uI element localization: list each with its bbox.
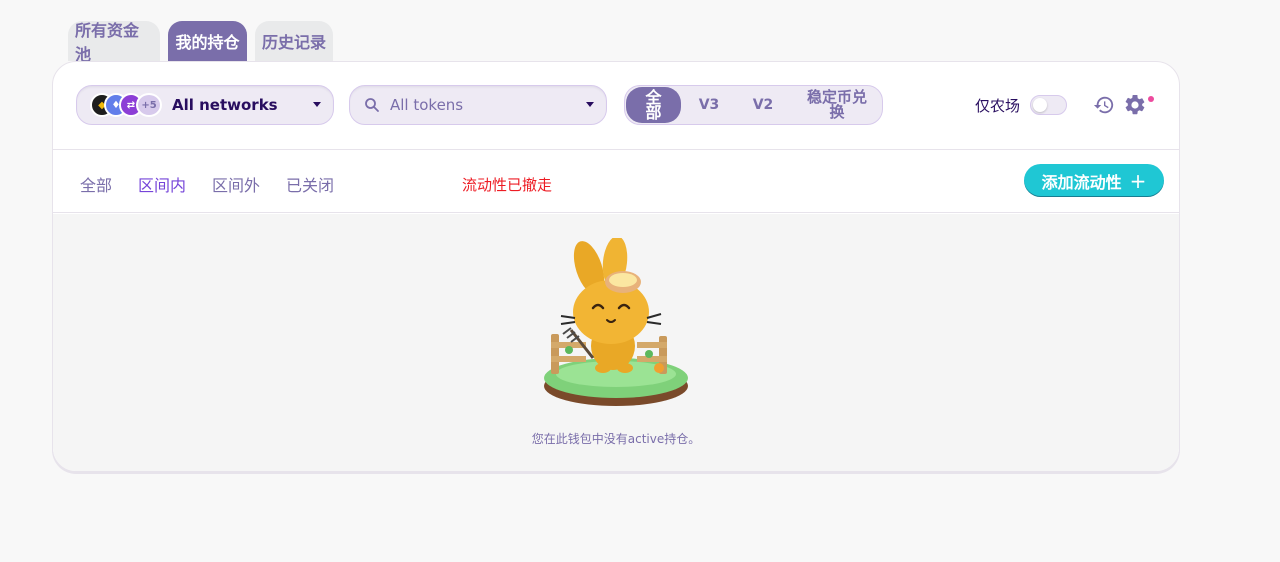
token-select[interactable]: All tokens [349, 85, 607, 125]
protocol-segmented-control: 全部 V3 V2 稳定币兑换 [624, 85, 883, 125]
gear-icon[interactable] [1123, 93, 1147, 117]
positions-toolbar: ◆ ♦ ⇄ +5 All networks All tokens 全部 V3 V… [53, 62, 1179, 150]
filter-in-range[interactable]: 区间内 [138, 172, 186, 196]
filter-closed[interactable]: 已关闭 [286, 172, 334, 196]
search-icon [365, 98, 379, 112]
position-filters: 全部 区间内 区间外 已关闭 流动性已撤走 添加流动性 + [53, 150, 1179, 213]
filter-out-of-range[interactable]: 区间外 [212, 172, 260, 196]
positions-card: ◆ ♦ ⇄ +5 All networks All tokens 全部 V3 V… [52, 61, 1180, 472]
more-networks-badge: +5 [136, 93, 162, 117]
chevron-down-icon [313, 102, 321, 107]
tab-all-pools[interactable]: 所有资金池 [68, 21, 160, 64]
liquidity-withdrawn-notice: 流动性已撤走 [462, 176, 553, 194]
bunny-mascot-illustration [544, 238, 688, 406]
segment-all[interactable]: 全部 [626, 87, 681, 123]
token-select-label: All tokens [390, 96, 464, 114]
segment-v3[interactable]: V3 [685, 87, 733, 123]
network-icons: ◆ ♦ ⇄ +5 [90, 93, 162, 117]
position-tabs: 所有资金池 我的持仓 历史记录 [68, 21, 333, 64]
settings-notification-dot [1148, 96, 1154, 102]
add-liquidity-button[interactable]: 添加流动性 + [1024, 164, 1164, 197]
plus-icon: + [1129, 168, 1147, 193]
toggle-knob [1033, 98, 1047, 112]
segment-v2[interactable]: V2 [739, 87, 787, 123]
segment-stableswap[interactable]: 稳定币兑换 [797, 87, 877, 123]
empty-state: 您在此钱包中没有active持仓。 [53, 214, 1179, 471]
add-liquidity-label: 添加流动性 [1041, 172, 1122, 192]
chevron-down-icon [586, 102, 594, 107]
history-icon[interactable] [1093, 94, 1115, 116]
farms-only-label: 仅农场 [975, 97, 1021, 115]
tab-my-positions[interactable]: 我的持仓 [168, 21, 247, 61]
farms-only-toggle[interactable] [1030, 95, 1067, 115]
tab-history[interactable]: 历史记录 [255, 21, 333, 61]
network-select-label: All networks [172, 96, 278, 114]
empty-state-message: 您在此钱包中没有active持仓。 [531, 432, 701, 446]
network-select[interactable]: ◆ ♦ ⇄ +5 All networks [76, 85, 334, 125]
filter-all[interactable]: 全部 [80, 172, 112, 196]
